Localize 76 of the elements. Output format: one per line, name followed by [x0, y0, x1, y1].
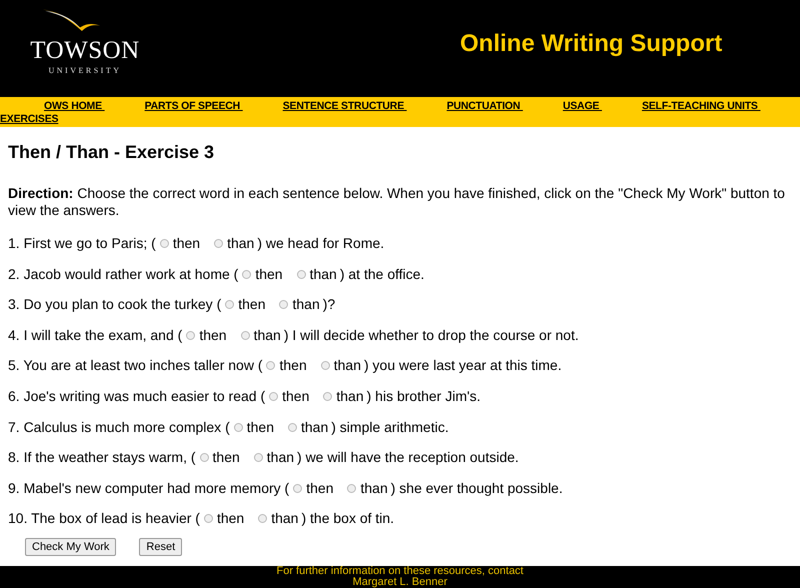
radio-button[interactable] — [323, 392, 332, 401]
option-label: then — [282, 388, 310, 405]
question-text: ) she ever thought possible. — [390, 480, 563, 497]
option-label: than — [254, 326, 281, 344]
question-text: 4. I will take the exam, and ( — [8, 326, 182, 344]
question-text: 7. Calculus is much more complex ( — [8, 418, 230, 436]
question-text: 3. Do you plan to cook the turkey ( — [8, 296, 222, 314]
footer-text: For further information on these resources, contact — [275, 566, 524, 577]
radio-button[interactable] — [258, 514, 268, 524]
option-label: than — [227, 235, 254, 252]
logo-wordmark: TOWSON — [30, 38, 140, 64]
option-label: then — [246, 418, 274, 436]
radio-button[interactable] — [254, 453, 263, 462]
question-text: ) we will have the reception outside. — [297, 449, 519, 466]
radio-button[interactable] — [266, 361, 276, 370]
question-text: 6. Joe's writing was much easier to read ( — [8, 388, 266, 405]
option-label: than — [266, 449, 294, 466]
radio-button[interactable] — [204, 514, 213, 524]
nav-link[interactable]: SELF-TEACHING UNITS — [642, 100, 760, 113]
option-label: then — [212, 449, 240, 466]
option-label: than — [310, 266, 337, 283]
question-text: ) at the office. — [340, 266, 424, 283]
question-text: 10. The box of lead is heavier ( — [8, 510, 200, 528]
logo-subtitle: UNIVERSITY — [48, 66, 122, 75]
radio-button[interactable] — [269, 392, 278, 401]
question-text: )? — [322, 296, 336, 314]
question-text: ) we head for Rome. — [257, 235, 384, 252]
page-heading: Then / Than - Exercise 3 — [8, 141, 216, 163]
radio-button[interactable] — [186, 330, 196, 340]
radio-button[interactable] — [293, 484, 302, 493]
question-text: ) you were last year at this time. — [364, 357, 562, 374]
direction-text: Direction: Choose the correct word in each sentence below. When you have finished, click on the "Check My Work" button to view the answers. — [8, 185, 786, 219]
option-label: than — [292, 296, 320, 314]
option-label: then — [279, 357, 307, 374]
question-text: 1. First we go to Paris; ( — [8, 235, 156, 252]
radio-button[interactable] — [288, 422, 297, 432]
option-label: than — [271, 510, 298, 528]
check-button[interactable]: Check My Work — [25, 538, 116, 556]
radio-button[interactable] — [225, 300, 234, 310]
radio-button[interactable] — [279, 300, 288, 310]
question-text: ) simple arithmetic. — [331, 418, 449, 436]
radio-button[interactable] — [214, 239, 224, 248]
radio-button[interactable] — [200, 453, 209, 462]
question-text: 2. Jacob would rather work at home ( — [8, 266, 238, 283]
option-label: then — [306, 480, 334, 497]
option-label: than — [334, 357, 361, 374]
site-title: Online Writing Support — [460, 30, 722, 58]
question-text: 8. If the weather stays warm, ( — [8, 449, 196, 466]
nav-link[interactable]: PARTS OF SPEECH — [144, 100, 243, 113]
radio-button[interactable] — [240, 330, 250, 340]
footer-text: Margaret L. Benner — [352, 577, 448, 588]
option-label: then — [199, 326, 227, 344]
option-label: than — [360, 480, 388, 497]
radio-button[interactable] — [320, 361, 330, 370]
nav-link[interactable]: EXERCISES — [0, 113, 58, 126]
radio-button[interactable] — [234, 422, 243, 432]
question-text: ) the box of tin. — [301, 510, 394, 528]
option-label: then — [172, 235, 200, 252]
reset-button[interactable]: Reset — [139, 538, 182, 556]
question-text: ) I will decide whether to drop the course or not. — [284, 326, 579, 344]
radio-button[interactable] — [347, 484, 356, 493]
option-label: than — [336, 388, 364, 405]
question-text: ) his brother Jim's. — [366, 388, 481, 405]
nav-link[interactable]: SENTENCE STRUCTURE — [282, 100, 407, 113]
nav-link[interactable]: OWS HOME — [44, 100, 105, 113]
option-label: than — [301, 418, 328, 436]
radio-button[interactable] — [160, 239, 169, 248]
option-label: then — [216, 510, 244, 528]
question-text: 9. Mabel's new computer had more memory ( — [8, 480, 290, 497]
radio-button[interactable] — [296, 270, 306, 279]
option-label: then — [255, 266, 283, 283]
nav-link[interactable]: USAGE — [562, 100, 602, 113]
radio-button[interactable] — [242, 270, 252, 279]
question-text: 5. You are at least two inches taller now ( — [8, 357, 262, 374]
option-label: then — [238, 296, 266, 314]
nav-link[interactable]: PUNCTUATION — [446, 100, 523, 113]
